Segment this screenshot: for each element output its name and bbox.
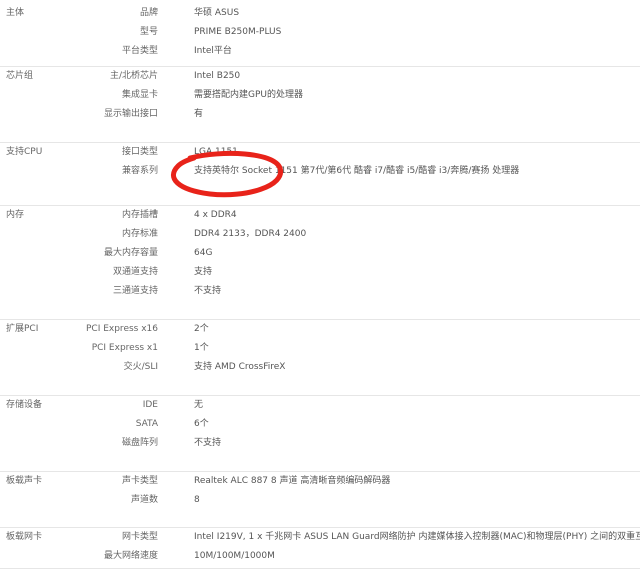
spec-row: PCI Express x1 1个: [0, 339, 640, 358]
spec-label: 平台类型: [121, 46, 158, 56]
spec-label: SATA: [135, 419, 158, 429]
spec-label: 磁盘阵列: [121, 438, 158, 448]
spec-value: 有: [194, 109, 204, 119]
spec-value: PRIME B250M-PLUS: [194, 27, 282, 37]
spec-section: 板载网卡 网卡类型 Intel I219V, 1 x 千兆网卡 ASUS LAN G…: [0, 528, 640, 569]
spec-row: 内存插槽 4 x DDR4: [0, 206, 640, 225]
spec-row: 声卡类型 Realtek ALC 887 8 声道 高清晰音频编码解码器: [0, 472, 640, 491]
spec-row: 网卡类型 Intel I219V, 1 x 千兆网卡 ASUS LAN Guard…: [0, 528, 640, 547]
spec-section: 板载声卡 声卡类型 Realtek ALC 887 8 声道 高清晰音频编码解码器声…: [0, 472, 640, 528]
spec-row: 显示输出接口 有: [0, 105, 640, 124]
spec-label: 最大网络速度: [103, 551, 158, 561]
spec-value: 6个: [194, 419, 209, 429]
spec-label: 交火/SLI: [123, 362, 158, 372]
spec-label: 三通道支持: [112, 286, 158, 296]
spec-value: Intel B250: [194, 71, 241, 81]
spec-row: 声道数 8: [0, 491, 640, 510]
spec-label: 兼容系列: [121, 166, 158, 176]
spec-label: 双通道支持: [112, 267, 158, 277]
spec-row: 内存标准 DDR4 2133，DDR4 2400: [0, 225, 640, 244]
spec-value: Intel I219V, 1 x 千兆网卡 ASUS LAN Guard网络防护…: [194, 532, 640, 542]
spec-section: 存储设备 IDE 无 SATA 6个 磁盘阵列 不支持: [0, 396, 640, 472]
spec-label: PCI Express x1: [91, 343, 158, 353]
spec-row: 品牌 华硕 ASUS: [0, 4, 640, 23]
spec-label: 声道数: [130, 495, 158, 505]
spec-section: 芯片组 主/北桥芯片 Intel B250 集成显卡 需要搭配内建GPU的处理器 显示输出…: [0, 67, 640, 143]
spec-section: 支持CPU 接口类型 LGA 1151 兼容系列 支持英特尔 Socket 1151 第…: [0, 143, 640, 206]
spec-row: 平台类型 Intel平台: [0, 42, 640, 61]
spec-label: 声卡类型: [121, 476, 158, 486]
spec-value: LGA 1151: [194, 147, 238, 157]
spec-row: PCI Express x16 2个: [0, 320, 640, 339]
spec-value: 支持英特尔 Socket 1151 第7代/第6代 酷睿 i7/酷睿 i5/酷睿…: [194, 166, 520, 176]
spec-value: 支持: [194, 267, 213, 277]
spec-label: IDE: [142, 400, 158, 410]
spec-row: 三通道支持 不支持: [0, 282, 640, 301]
spec-row: 型号 PRIME B250M-PLUS: [0, 23, 640, 42]
spec-row: IDE 无: [0, 396, 640, 415]
spec-label: 集成显卡: [121, 90, 158, 100]
spec-value: 4 x DDR4: [194, 210, 237, 220]
spec-value: 8: [194, 495, 200, 505]
spec-row: SATA 6个: [0, 415, 640, 434]
spec-label: PCI Express x16: [85, 324, 158, 334]
spec-label: 主/北桥芯片: [109, 71, 158, 81]
spec-label: 内存标准: [121, 229, 158, 239]
spec-value: 华硕 ASUS: [194, 8, 240, 18]
spec-label: 显示输出接口: [103, 109, 158, 119]
spec-value: 不支持: [194, 438, 222, 448]
spec-value: 无: [194, 400, 204, 410]
spec-row: 最大网络速度 10M/100M/1000M: [0, 547, 640, 566]
spec-label: 最大内存容量: [103, 248, 158, 258]
spec-value: 支持 AMD CrossFireX: [194, 362, 286, 372]
spec-value: 10M/100M/1000M: [194, 551, 275, 561]
spec-row: 主/北桥芯片 Intel B250: [0, 67, 640, 86]
spec-value: 1个: [194, 343, 209, 353]
spec-value: 64G: [194, 248, 213, 258]
spec-row: 交火/SLI 支持 AMD CrossFireX: [0, 358, 640, 377]
spec-section: 内存 内存插槽 4 x DDR4 内存标准 DDR4 2133，DDR4 2400 最大内…: [0, 206, 640, 320]
spec-value: 2个: [194, 324, 209, 334]
spec-label: 内存插槽: [121, 210, 158, 220]
spec-value: 需要搭配内建GPU的处理器: [194, 90, 303, 100]
spec-row: 集成显卡 需要搭配内建GPU的处理器: [0, 86, 640, 105]
spec-row: 接口类型 LGA 1151: [0, 143, 640, 162]
spec-section: 主体 品牌 华硕 ASUS 型号 PRIME B250M-PLUS 平台类型 Intel平台: [0, 4, 640, 67]
spec-row: 兼容系列 支持英特尔 Socket 1151 第7代/第6代 酷睿 i7/酷睿 i…: [0, 162, 640, 181]
spec-row: 双通道支持 支持: [0, 263, 640, 282]
spec-label: 网卡类型: [121, 532, 158, 542]
spec-value: DDR4 2133，DDR4 2400: [194, 229, 307, 239]
spec-label: 型号: [139, 27, 158, 37]
spec-value: Intel平台: [194, 46, 232, 56]
spec-row: 磁盘阵列 不支持: [0, 434, 640, 453]
spec-section: 扩展PCI PCI Express x16 2个 PCI Express x1 1个 交火…: [0, 320, 640, 396]
spec-label: 接口类型: [121, 147, 158, 157]
spec-value: Realtek ALC 887 8 声道 高清晰音频编码解码器: [194, 476, 391, 486]
spec-value: 不支持: [194, 286, 222, 296]
spec-label: 品牌: [139, 8, 158, 18]
spec-row: 最大内存容量 64G: [0, 244, 640, 263]
